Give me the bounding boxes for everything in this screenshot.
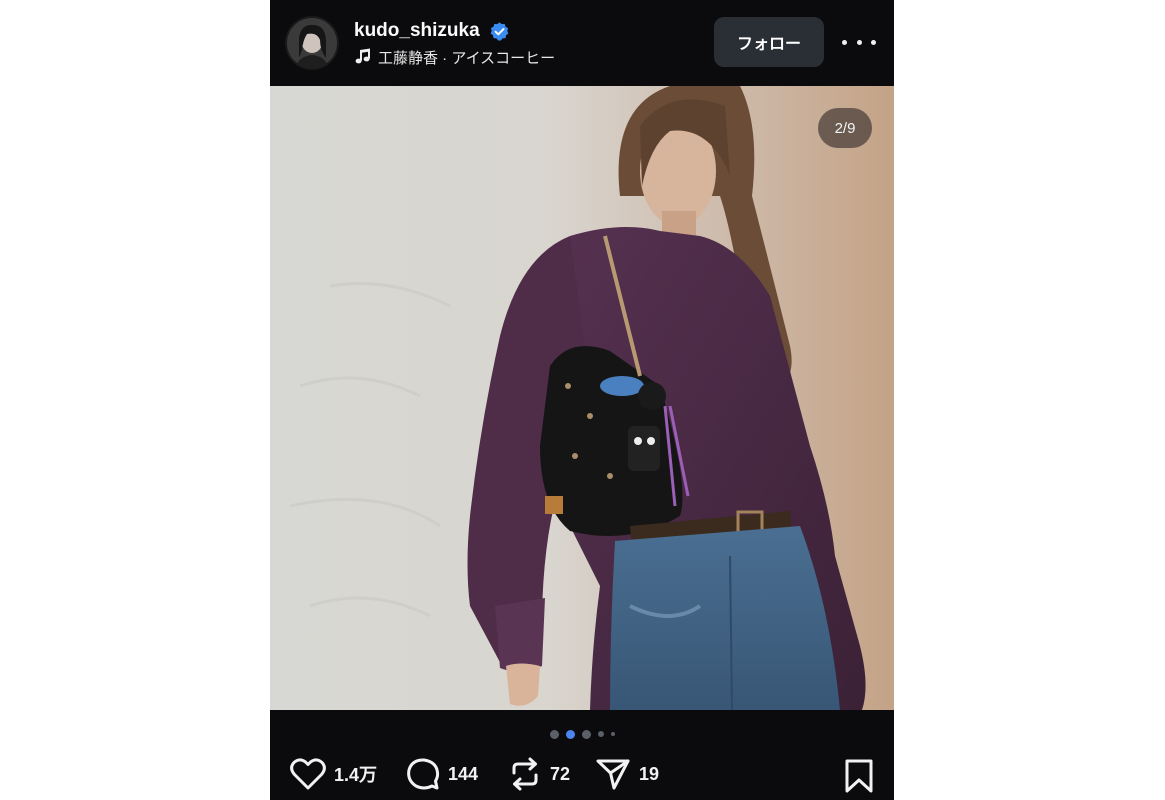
repost-button[interactable]: 72 bbox=[508, 757, 570, 791]
music-track[interactable]: 工藤静香 · アイスコーヒー bbox=[378, 47, 555, 68]
comment-button[interactable]: 144 bbox=[406, 757, 478, 791]
carousel-dot-active bbox=[565, 729, 575, 739]
like-button[interactable]: 1.4万 bbox=[290, 757, 377, 791]
comment-icon bbox=[407, 758, 440, 790]
more-dot bbox=[842, 39, 847, 45]
save-button[interactable] bbox=[844, 759, 874, 798]
verified-badge-icon bbox=[490, 22, 509, 41]
more-options-button[interactable] bbox=[842, 30, 876, 54]
heart-icon bbox=[290, 758, 326, 790]
follow-button[interactable]: フォロー bbox=[714, 17, 824, 67]
comment-count: 144 bbox=[448, 763, 479, 784]
username[interactable]: kudo_shizuka bbox=[354, 20, 480, 42]
post-header: kudo_shizuka 工藤静香 · アイスコーヒー フォロー bbox=[270, 0, 894, 86]
share-count: 19 bbox=[639, 763, 660, 784]
bookmark-icon bbox=[845, 759, 873, 793]
carousel-dot bbox=[610, 732, 615, 736]
post-card: kudo_shizuka 工藤静香 · アイスコーヒー フォロー 2/9 1.4… bbox=[270, 0, 894, 800]
share-button[interactable]: 19 bbox=[595, 757, 659, 791]
like-count: 1.4万 bbox=[334, 765, 378, 785]
carousel-dot bbox=[581, 729, 591, 739]
carousel-dot bbox=[597, 731, 604, 737]
post-photo[interactable]: 2/9 bbox=[270, 86, 894, 710]
carousel-dot bbox=[549, 729, 559, 739]
more-dot bbox=[856, 39, 862, 45]
more-dot bbox=[871, 39, 876, 45]
repost-icon bbox=[512, 757, 538, 791]
music-note-icon bbox=[355, 48, 370, 64]
avatar[interactable] bbox=[287, 18, 337, 68]
action-bar: 1.4万 144 72 19 bbox=[270, 755, 894, 800]
repost-count: 72 bbox=[550, 763, 571, 784]
image-counter: 2/9 bbox=[818, 108, 872, 148]
carousel-indicator bbox=[270, 726, 894, 742]
send-icon bbox=[596, 759, 630, 790]
photo-image bbox=[270, 86, 894, 710]
